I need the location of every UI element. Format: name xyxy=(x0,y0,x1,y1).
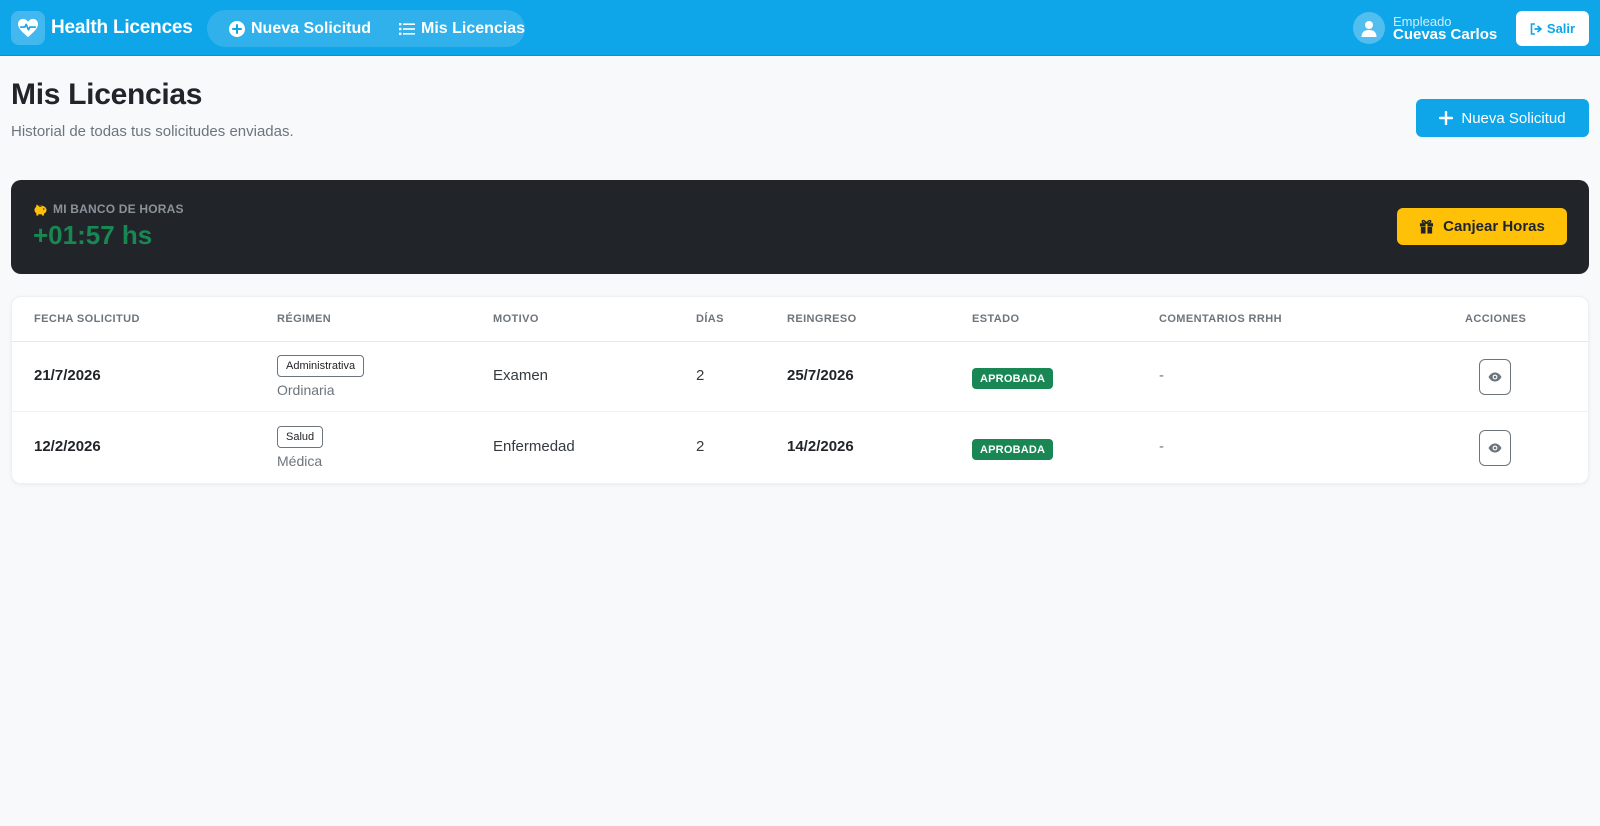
status-badge: APROBADA xyxy=(972,439,1054,460)
cell-comentarios: - xyxy=(1159,438,1164,455)
sign-out-icon xyxy=(1530,22,1542,35)
column-header: MOTIVO xyxy=(493,313,539,325)
cell-motivo: Enfermedad xyxy=(493,438,575,455)
hours-bank-card: MI BANCO DE HORAS +01:57 hs Canjear Hora… xyxy=(11,180,1589,274)
logout-label: Salir xyxy=(1546,21,1576,36)
nav-nueva-solicitud[interactable]: Nueva Solicitud xyxy=(229,20,371,38)
piggy-bank-icon xyxy=(34,203,47,216)
plus-circle-icon xyxy=(229,20,245,37)
plus-icon xyxy=(1439,111,1454,125)
nav-mis-licencias-label: Mis Licencias xyxy=(421,19,526,37)
user-name: Cuevas Carlos xyxy=(1393,26,1498,43)
column-header: DÍAS xyxy=(696,313,724,325)
regimen-sub: Ordinaria xyxy=(277,382,335,398)
redeem-hours-button[interactable]: Canjear Horas xyxy=(1397,208,1567,245)
hours-bank-value: +01:57 hs xyxy=(33,220,153,250)
nav-nueva-solicitud-label: Nueva Solicitud xyxy=(251,19,372,37)
view-button[interactable] xyxy=(1479,430,1511,466)
hours-bank-title: MI BANCO DE HORAS xyxy=(53,202,184,216)
cell-fecha: 12/2/2026 xyxy=(34,438,101,455)
regimen-sub: Médica xyxy=(277,453,323,469)
main-nav: Nueva Solicitud Mis Licencias xyxy=(207,10,525,47)
column-header: FECHA SOLICITUD xyxy=(34,313,140,325)
heart-pulse-icon xyxy=(11,11,45,45)
cell-comentarios: - xyxy=(1159,367,1164,384)
new-request-label: Nueva Solicitud xyxy=(1461,109,1566,127)
page-title: Mis Licencias xyxy=(11,78,203,111)
table-row: 12/2/2026 Salud Médica Enfermedad 2 14/2… xyxy=(12,413,1588,483)
list-icon xyxy=(399,22,416,35)
cell-reingreso: 25/7/2026 xyxy=(787,367,854,384)
column-header: REINGRESO xyxy=(787,313,857,325)
brand[interactable]: Health Licences xyxy=(11,11,193,45)
new-request-button[interactable]: Nueva Solicitud xyxy=(1416,99,1589,137)
column-header: ESTADO xyxy=(972,313,1020,325)
regimen-badge: Salud xyxy=(277,426,324,448)
eye-icon xyxy=(1488,443,1502,453)
column-header: COMENTARIOS RRHH xyxy=(1159,313,1282,325)
status-badge: APROBADA xyxy=(972,368,1054,389)
user-icon xyxy=(1353,12,1385,44)
page-subtitle: Historial de todas tus solicitudes envia… xyxy=(11,123,294,140)
redeem-hours-label: Canjear Horas xyxy=(1443,218,1545,235)
column-header: ACCIONES xyxy=(1465,313,1527,325)
brand-name: Health Licences xyxy=(51,17,193,38)
licences-table: FECHA SOLICITUD RÉGIMEN MOTIVO DÍAS REIN… xyxy=(11,296,1589,484)
column-header: RÉGIMEN xyxy=(277,313,332,325)
hours-bank-label: MI BANCO DE HORAS xyxy=(33,202,184,216)
cell-reingreso: 14/2/2026 xyxy=(787,438,854,455)
nav-mis-licencias[interactable]: Mis Licencias xyxy=(399,20,525,38)
cell-dias: 2 xyxy=(696,438,705,455)
table-row: 21/7/2026 Administrativa Ordinaria Exame… xyxy=(12,342,1588,412)
gift-icon xyxy=(1420,219,1434,234)
logout-button[interactable]: Salir xyxy=(1516,11,1589,46)
cell-dias: 2 xyxy=(696,367,705,384)
eye-icon xyxy=(1488,372,1502,382)
top-navbar: Health Licences Nueva Solicitud Mis Lice… xyxy=(0,0,1600,56)
view-button[interactable] xyxy=(1479,359,1511,395)
regimen-badge: Administrativa xyxy=(277,355,365,377)
cell-motivo: Examen xyxy=(493,367,549,384)
cell-fecha: 21/7/2026 xyxy=(34,367,101,384)
